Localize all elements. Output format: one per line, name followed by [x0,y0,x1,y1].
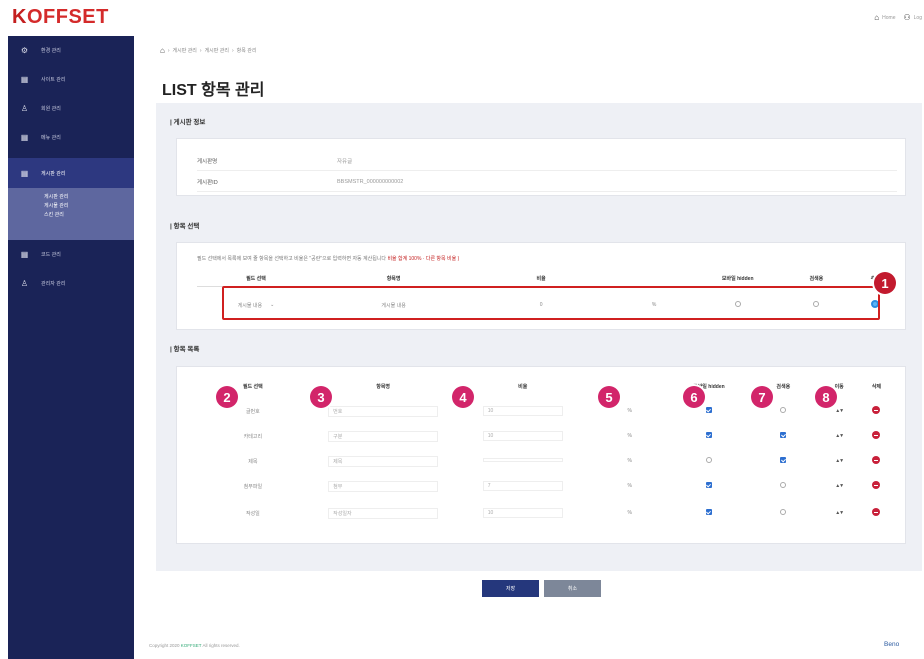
sort-arrows-icon[interactable]: ▲▼ [821,433,858,439]
submenu-skin-manage[interactable]: 스킨 관리 [44,211,134,220]
logout-link[interactable]: ⚇ Log [903,13,922,22]
item-name-input[interactable]: 작성일자 [328,507,439,519]
logo[interactable]: KOFFSET [12,6,109,29]
sidebar-item-env[interactable]: ⚙ 환경 관리 [8,36,134,65]
callout-badge-1: 1 [874,272,896,294]
table-row: 글번호 번호 10% ▲▼ [197,405,895,417]
item-list-title: | 항목 목록 [170,346,200,353]
callout-badge-5: 5 [598,386,620,408]
board-info-title: | 게시판 정보 [170,119,206,126]
item-list-header: 필드 선택 항목명 비율 모바일 hidden 검색용 이동 삭제 [242,384,882,390]
callout-badge-4: 4 [452,386,474,408]
sort-arrows-icon[interactable]: ▲▼ [821,458,858,464]
user-icon: ♙ [20,104,29,113]
board-name-row: 게시판명 자유글 [197,151,897,171]
save-button[interactable]: 저장 [482,580,539,597]
sidebar-item-code[interactable]: ▦ 코드 관리 [8,240,134,269]
item-name-input[interactable]: 첨부 [328,480,439,492]
item-name-input[interactable]: 구분 [328,430,439,442]
sidebar-item-menu[interactable]: ▦ 메뉴 관리 [8,123,134,152]
page-title: LIST 항목 관리 [162,82,265,99]
searchable-checkbox[interactable] [780,457,787,463]
sidebar-item-board[interactable]: ▦ 게시판 관리 [8,158,134,188]
field-select[interactable]: 첨부파일 [197,483,309,490]
ratio-input[interactable]: 10 [482,508,563,518]
top-nav: ⌂ Home ⚇ Log [874,13,922,22]
footer-copyright: Copyright 2020 KOFFSET All rights reserv… [149,643,240,648]
field-select[interactable]: 제목 [197,458,309,465]
table-row: 카테고리 구분 10% ▲▼ [197,430,895,442]
grid-icon: ▦ [20,133,29,142]
breadcrumb: ⌂ › 게시판 관리 › 게시판 관리 › 항목 관리 [160,46,257,55]
field-select[interactable]: 글번호 [197,408,309,415]
ratio-input[interactable] [482,458,563,462]
searchable-checkbox[interactable] [780,407,787,413]
table-row: 첨부파일 첨부 7% ▲▼ [197,480,895,492]
delete-icon[interactable] [872,431,881,439]
sort-arrows-icon[interactable]: ▲▼ [821,510,858,516]
ratio-input[interactable]: 10 [482,406,563,416]
table-row: 작성일 작성일자 10% ▲▼ [197,507,895,519]
user-icon: ⚇ [903,13,911,22]
delete-icon[interactable] [872,406,881,414]
sidebar-item-site[interactable]: ▦ 사이트 관리 [8,65,134,94]
cancel-button[interactable]: 취소 [544,580,601,597]
grid-icon: ▦ [20,250,29,259]
home-link[interactable]: ⌂ Home [874,13,895,22]
mobile-hidden-checkbox[interactable] [705,457,712,463]
board-info-panel: 게시판명 자유글 게시판ID BBSMSTR_000000000002 [176,138,906,196]
footer-brand: Beno [884,641,900,648]
callout-badge-8: 8 [815,386,837,408]
delete-icon[interactable] [872,456,881,464]
item-name-input[interactable]: 제목 [328,455,439,467]
mobile-hidden-checkbox[interactable] [705,482,712,488]
field-select[interactable]: 작성일 [197,510,309,517]
grid-icon: ▦ [20,75,29,84]
delete-icon[interactable] [872,481,881,489]
sidebar: ⚙ 환경 관리 ▦ 사이트 관리 ♙ 회원 관리 ▦ 메뉴 관리 ▦ 게시판 관리 게시판… [8,36,134,659]
item-select-notice: 필드 선택에서 목록에 보여 줄 항목을 선택하고 비율은 "공란"으로 입력하… [197,256,460,262]
item-name-input[interactable]: 번호 [328,405,439,417]
ratio-input[interactable]: 7 [482,481,563,491]
ratio-input[interactable]: 10 [482,431,563,441]
searchable-checkbox[interactable] [780,509,787,515]
mobile-hidden-checkbox[interactable] [705,407,712,413]
searchable-checkbox[interactable] [780,432,787,438]
table-row: 제목 제목% ▲▼ [197,455,895,467]
submenu-post-manage[interactable]: 게시물 관리 [44,202,134,211]
searchable-checkbox[interactable] [780,482,787,488]
home-icon[interactable]: ⌂ [160,46,165,55]
board-id-row: 게시판ID BBSMSTR_000000000002 [197,172,897,192]
grid-icon: ▦ [20,168,29,178]
sidebar-item-admin[interactable]: ♙ 관리자 관리 [8,269,134,298]
item-select-title: | 항목 선택 [170,223,200,230]
sidebar-item-member[interactable]: ♙ 회원 관리 [8,94,134,123]
highlight-box [222,286,880,320]
delete-icon[interactable] [872,508,881,516]
user-icon: ♙ [20,279,29,288]
callout-badge-2: 2 [216,386,238,408]
home-icon: ⌂ [874,13,880,22]
callout-badge-6: 6 [683,386,705,408]
gear-icon: ⚙ [20,46,29,55]
callout-badge-7: 7 [751,386,773,408]
sort-arrows-icon[interactable]: ▲▼ [821,483,858,489]
mobile-hidden-checkbox[interactable] [705,432,712,438]
submenu-board-manage[interactable]: 게시판 관리 [44,193,134,202]
sort-arrows-icon[interactable]: ▲▼ [821,408,858,414]
mobile-hidden-checkbox[interactable] [705,509,712,515]
callout-badge-3: 3 [310,386,332,408]
top-bar: KOFFSET ⌂ Home ⚇ Log [0,0,924,36]
item-list-panel: 필드 선택 항목명 비율 모바일 hidden 검색용 이동 삭제 글번호 번호 1… [176,366,906,544]
sidebar-submenu: 게시판 관리 게시물 관리 스킨 관리 [8,188,134,240]
field-select[interactable]: 카테고리 [197,433,309,440]
